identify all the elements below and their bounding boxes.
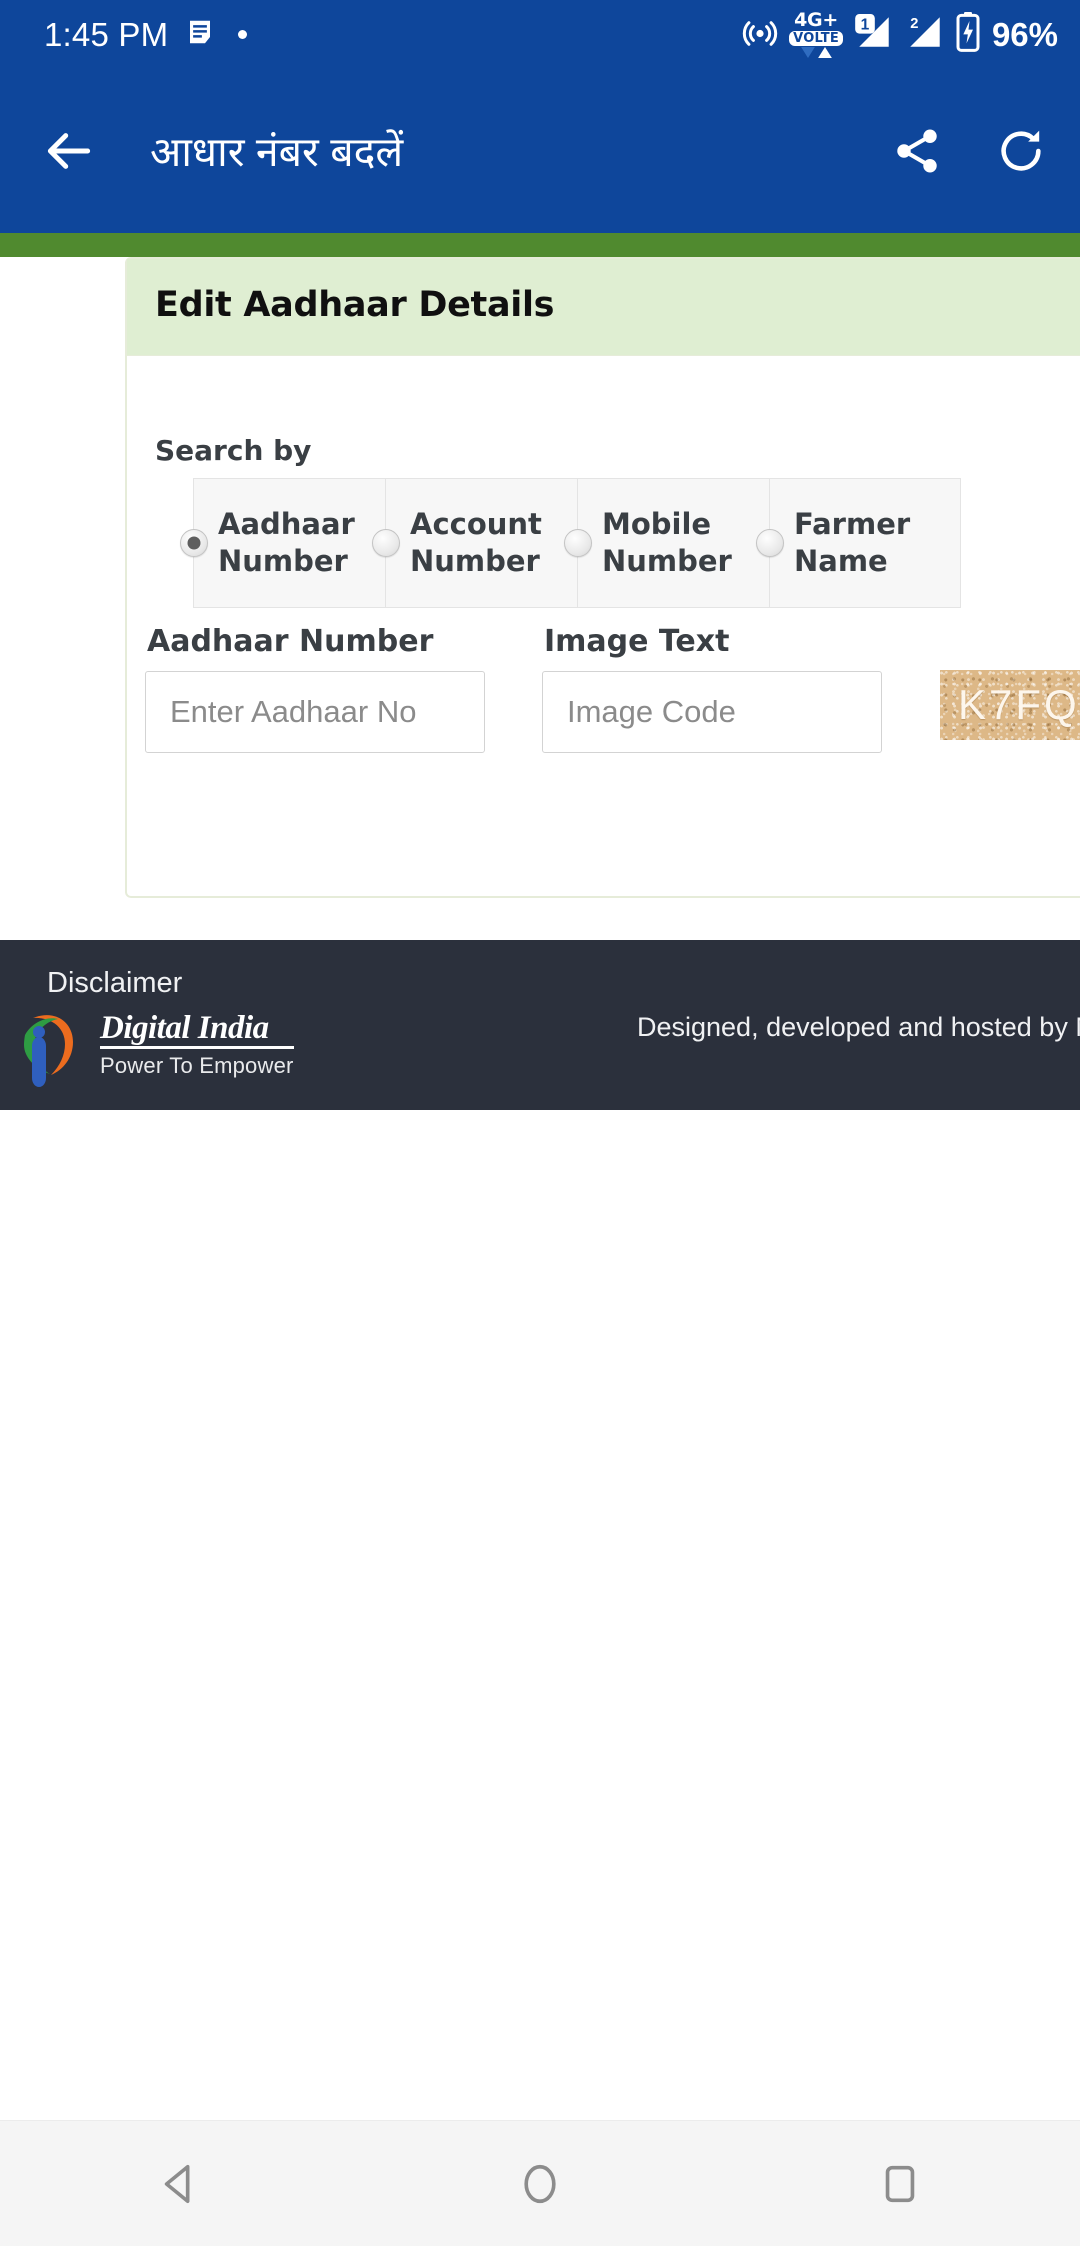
radio-dot-icon[interactable] [180, 529, 208, 557]
image-text-label: Image Text [544, 624, 730, 659]
network-type-label: 4G+ [794, 8, 838, 31]
aadhaar-number-field: Aadhaar Number [145, 624, 485, 753]
battery-percent-label: 96% [991, 15, 1058, 53]
web-content: Edit Aadhaar Details Search by Aadhaar N… [0, 257, 1080, 940]
radio-option-mobile-number[interactable]: Mobile Number [564, 478, 769, 608]
svg-text:1: 1 [861, 16, 870, 33]
charging-battery-icon [956, 12, 980, 56]
phone-screen: 1:45 PM 4G+ VOLTE 1 2 96% आधार नंबर बदले… [0, 0, 1080, 2246]
captcha-text: K7FQ8 [958, 681, 1080, 728]
radio-label: Account Number [410, 506, 542, 578]
disclaimer-link[interactable]: Disclaimer [47, 967, 182, 1000]
volte-label: VOLTE [789, 30, 843, 46]
digital-india-wordmark: Digital India Power To Empower [100, 1011, 294, 1080]
page-title: आधार नंबर बदलें [150, 128, 404, 175]
hotspot-icon [742, 14, 778, 54]
digital-india-logo: Digital India Power To Empower [8, 1002, 294, 1088]
radio-option-farmer-name[interactable]: Farmer Name [756, 478, 961, 608]
radio-label: Mobile Number [602, 506, 732, 578]
aadhaar-number-input[interactable] [145, 671, 485, 753]
form-fields-row: Aadhaar Number Image Text K7FQ8 [145, 624, 1080, 753]
radio-label: Farmer Name [794, 506, 911, 578]
nav-recents-icon[interactable] [840, 2121, 960, 2246]
android-nav-bar [0, 2120, 1080, 2246]
status-bar: 1:45 PM 4G+ VOLTE 1 2 96% [0, 0, 1080, 68]
nav-back-icon[interactable] [120, 2121, 240, 2246]
digital-india-mark-icon [8, 1002, 94, 1088]
footer-credit-text: Designed, developed and hosted by Nation… [637, 1012, 1080, 1042]
search-by-radio-group: Aadhaar Number Account Number Mobile Num… [180, 478, 1080, 608]
radio-dot-icon[interactable] [564, 529, 592, 557]
radio-dot-icon[interactable] [756, 529, 784, 557]
accent-band [0, 233, 1080, 257]
image-text-input[interactable] [542, 671, 882, 753]
dot-indicator [238, 29, 248, 39]
edit-aadhaar-card: Edit Aadhaar Details Search by Aadhaar N… [125, 257, 1080, 898]
app-bar: आधार नंबर बदलें [0, 68, 1080, 233]
aadhaar-number-label: Aadhaar Number [147, 624, 434, 659]
card-title: Edit Aadhaar Details [155, 285, 555, 325]
radio-dot-icon[interactable] [372, 529, 400, 557]
status-bar-right: 4G+ VOLTE 1 2 96% [742, 8, 1058, 58]
volte-indicator: 4G+ VOLTE [789, 8, 843, 58]
page-footer: Disclaimer Designed, developed and hoste… [0, 940, 1080, 1110]
sim2-signal-icon: 2 [905, 14, 945, 54]
captcha-image: K7FQ8 [940, 670, 1080, 740]
back-arrow-icon[interactable] [40, 122, 98, 180]
card-header: Edit Aadhaar Details [127, 259, 1080, 356]
digital-india-subtitle: Power To Empower [100, 1053, 294, 1079]
share-icon[interactable] [888, 122, 946, 180]
radio-label: Aadhaar Number [218, 506, 355, 578]
status-clock: 1:45 PM [44, 15, 169, 53]
svg-text:2: 2 [910, 16, 918, 32]
digital-india-title: Digital India [100, 1011, 294, 1050]
refresh-icon[interactable] [992, 122, 1050, 180]
data-arrows-icon [800, 46, 832, 58]
sim1-signal-icon: 1 [854, 14, 894, 54]
status-bar-left: 1:45 PM [44, 15, 248, 53]
radio-option-aadhaar-number[interactable]: Aadhaar Number [180, 478, 385, 608]
message-icon [185, 17, 215, 51]
image-text-field: Image Text [542, 624, 882, 753]
search-by-label: Search by [155, 434, 312, 467]
captcha-wrapper: K7FQ8 [940, 670, 1080, 740]
radio-option-account-number[interactable]: Account Number [372, 478, 577, 608]
app-bar-actions [888, 122, 1050, 180]
nav-home-icon[interactable] [480, 2121, 600, 2246]
